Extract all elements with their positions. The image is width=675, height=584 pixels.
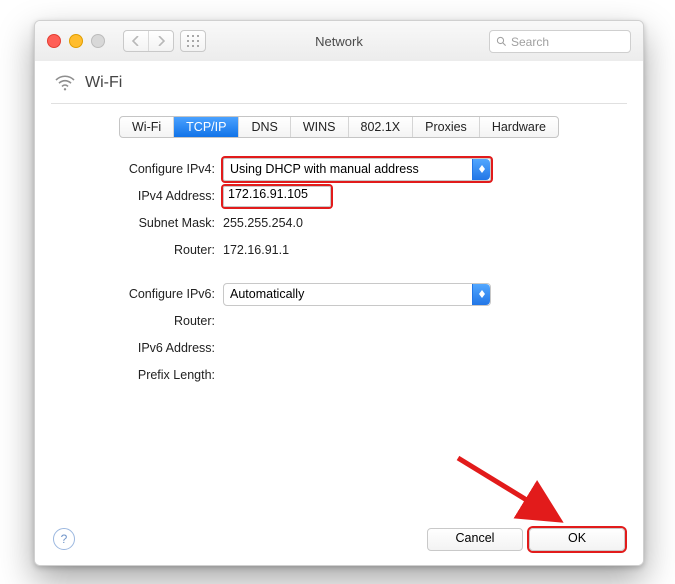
subnet-mask-value: 255.255.254.0 xyxy=(223,216,303,230)
zoom-icon xyxy=(91,34,105,48)
search-placeholder: Search xyxy=(511,35,549,49)
search-input[interactable]: Search xyxy=(489,30,631,53)
ok-button[interactable]: OK xyxy=(529,528,625,551)
nav-back-forward xyxy=(123,30,174,52)
subnet-mask-label: Subnet Mask: xyxy=(35,216,223,230)
router6-label: Router: xyxy=(35,314,223,328)
router-label: Router: xyxy=(35,243,223,257)
ok-label: OK xyxy=(568,531,586,545)
configure-ipv4-value: Using DHCP with manual address xyxy=(230,162,419,176)
tab-tcpip[interactable]: TCP/IP xyxy=(174,117,239,137)
show-all-button[interactable] xyxy=(180,30,206,52)
cancel-button[interactable]: Cancel xyxy=(427,528,523,551)
close-icon[interactable] xyxy=(47,34,61,48)
pane-header: Wi-Fi xyxy=(35,61,643,103)
configure-ipv6-select[interactable]: Automatically xyxy=(223,283,491,306)
tab-hardware[interactable]: Hardware xyxy=(480,117,558,137)
ipv6-address-label: IPv6 Address: xyxy=(35,341,223,355)
footer: ? Cancel OK xyxy=(35,513,643,565)
ipv4-address-value: 172.16.91.105 xyxy=(228,187,308,201)
tab-wins[interactable]: WINS xyxy=(291,117,349,137)
tab-bar: Wi-FiTCP/IPDNSWINS802.1XProxiesHardware xyxy=(119,116,559,138)
router-value: 172.16.91.1 xyxy=(223,243,289,257)
tab-8021x[interactable]: 802.1X xyxy=(349,117,414,137)
pane-title: Wi-Fi xyxy=(85,74,122,92)
wifi-icon xyxy=(53,71,77,95)
configure-ipv6-value: Automatically xyxy=(230,287,304,301)
tab-proxies[interactable]: Proxies xyxy=(413,117,480,137)
forward-button[interactable] xyxy=(148,31,173,51)
search-icon xyxy=(496,36,507,47)
traffic-lights xyxy=(47,34,105,48)
help-label: ? xyxy=(61,532,68,546)
tcpip-form: Configure IPv4: Using DHCP with manual a… xyxy=(35,156,643,388)
chevron-updown-icon xyxy=(472,284,490,305)
configure-ipv6-label: Configure IPv6: xyxy=(35,287,223,301)
configure-ipv4-label: Configure IPv4: xyxy=(35,162,223,176)
ipv4-address-input[interactable]: 172.16.91.105 xyxy=(223,186,331,207)
back-button[interactable] xyxy=(124,31,148,51)
titlebar: Network Search xyxy=(35,21,643,62)
tab-wifi[interactable]: Wi-Fi xyxy=(120,117,174,137)
chevron-updown-icon xyxy=(472,159,490,180)
prefix-length-label: Prefix Length: xyxy=(35,368,223,382)
cancel-label: Cancel xyxy=(456,531,495,545)
minimize-icon[interactable] xyxy=(69,34,83,48)
prefs-window: Network Search Wi-Fi xyxy=(34,20,644,566)
content: Wi-Fi Wi-FiTCP/IPDNSWINS802.1XProxiesHar… xyxy=(35,61,643,565)
configure-ipv4-select[interactable]: Using DHCP with manual address xyxy=(223,158,491,181)
tab-dns[interactable]: DNS xyxy=(239,117,290,137)
divider xyxy=(51,103,627,104)
ipv4-address-label: IPv4 Address: xyxy=(35,189,223,203)
help-button[interactable]: ? xyxy=(53,528,75,550)
